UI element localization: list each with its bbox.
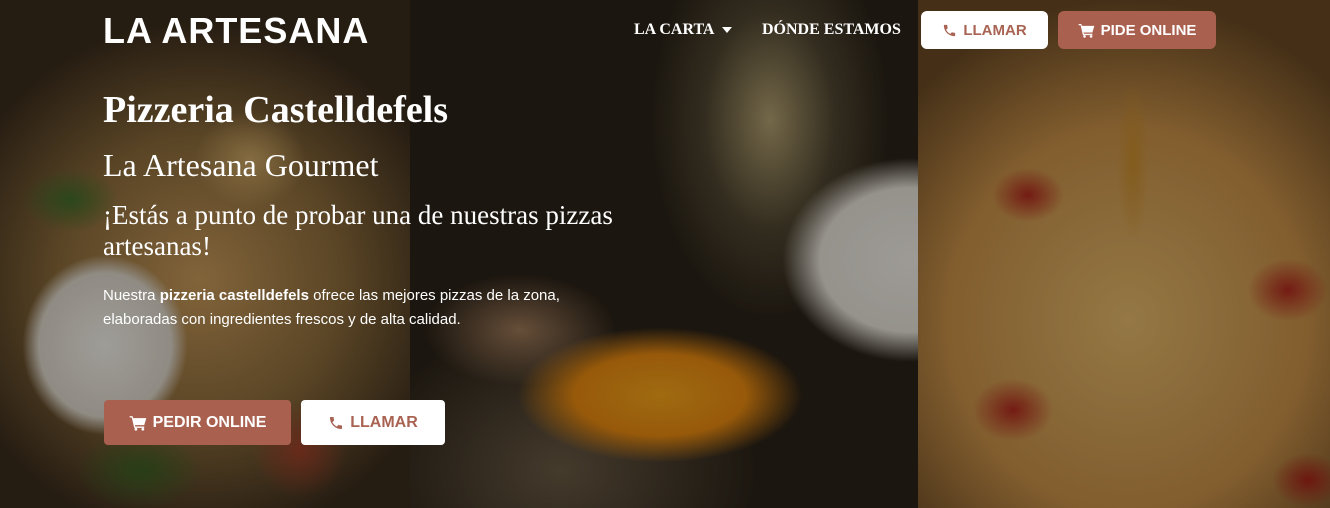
hero-order-label: PEDIR ONLINE	[152, 413, 267, 431]
page-title: Pizzeria Castelldefels	[103, 89, 449, 131]
hero-call-button[interactable]: LLAMAR	[301, 400, 445, 445]
nav-call-button[interactable]: LLAMAR	[921, 11, 1048, 49]
phone-icon	[330, 416, 343, 429]
description-text: Nuestra	[103, 287, 160, 304]
nav-item-la-carta[interactable]: LA CARTA	[634, 20, 733, 40]
page-subtitle: La Artesana Gourmet	[103, 147, 379, 183]
phone-icon	[944, 24, 956, 36]
nav-order-label: PIDE ONLINE	[1100, 21, 1197, 39]
nav-order-online-button[interactable]: PIDE ONLINE	[1058, 11, 1216, 49]
nav-item-label: DÓNDE ESTAMOS	[762, 21, 901, 38]
nav-item-label: LA CARTA	[634, 21, 715, 38]
site-logo[interactable]: LA ARTESANA	[103, 10, 369, 52]
caret-down-icon	[722, 27, 733, 34]
hero-order-online-button[interactable]: PEDIR ONLINE	[104, 400, 291, 445]
hero-tagline: ¡Estás a punto de probar una de nuestras…	[103, 200, 613, 261]
cart-icon	[1078, 23, 1094, 38]
cart-icon	[129, 415, 146, 431]
nav-item-donde-estamos[interactable]: DÓNDE ESTAMOS	[762, 20, 901, 40]
hero-call-label: LLAMAR	[350, 413, 418, 431]
hero-description: Nuestra pizzeria castelldefels ofrece la…	[103, 284, 623, 332]
nav-call-label: LLAMAR	[963, 21, 1027, 39]
description-bold: pizzeria castelldefels	[159, 287, 309, 304]
